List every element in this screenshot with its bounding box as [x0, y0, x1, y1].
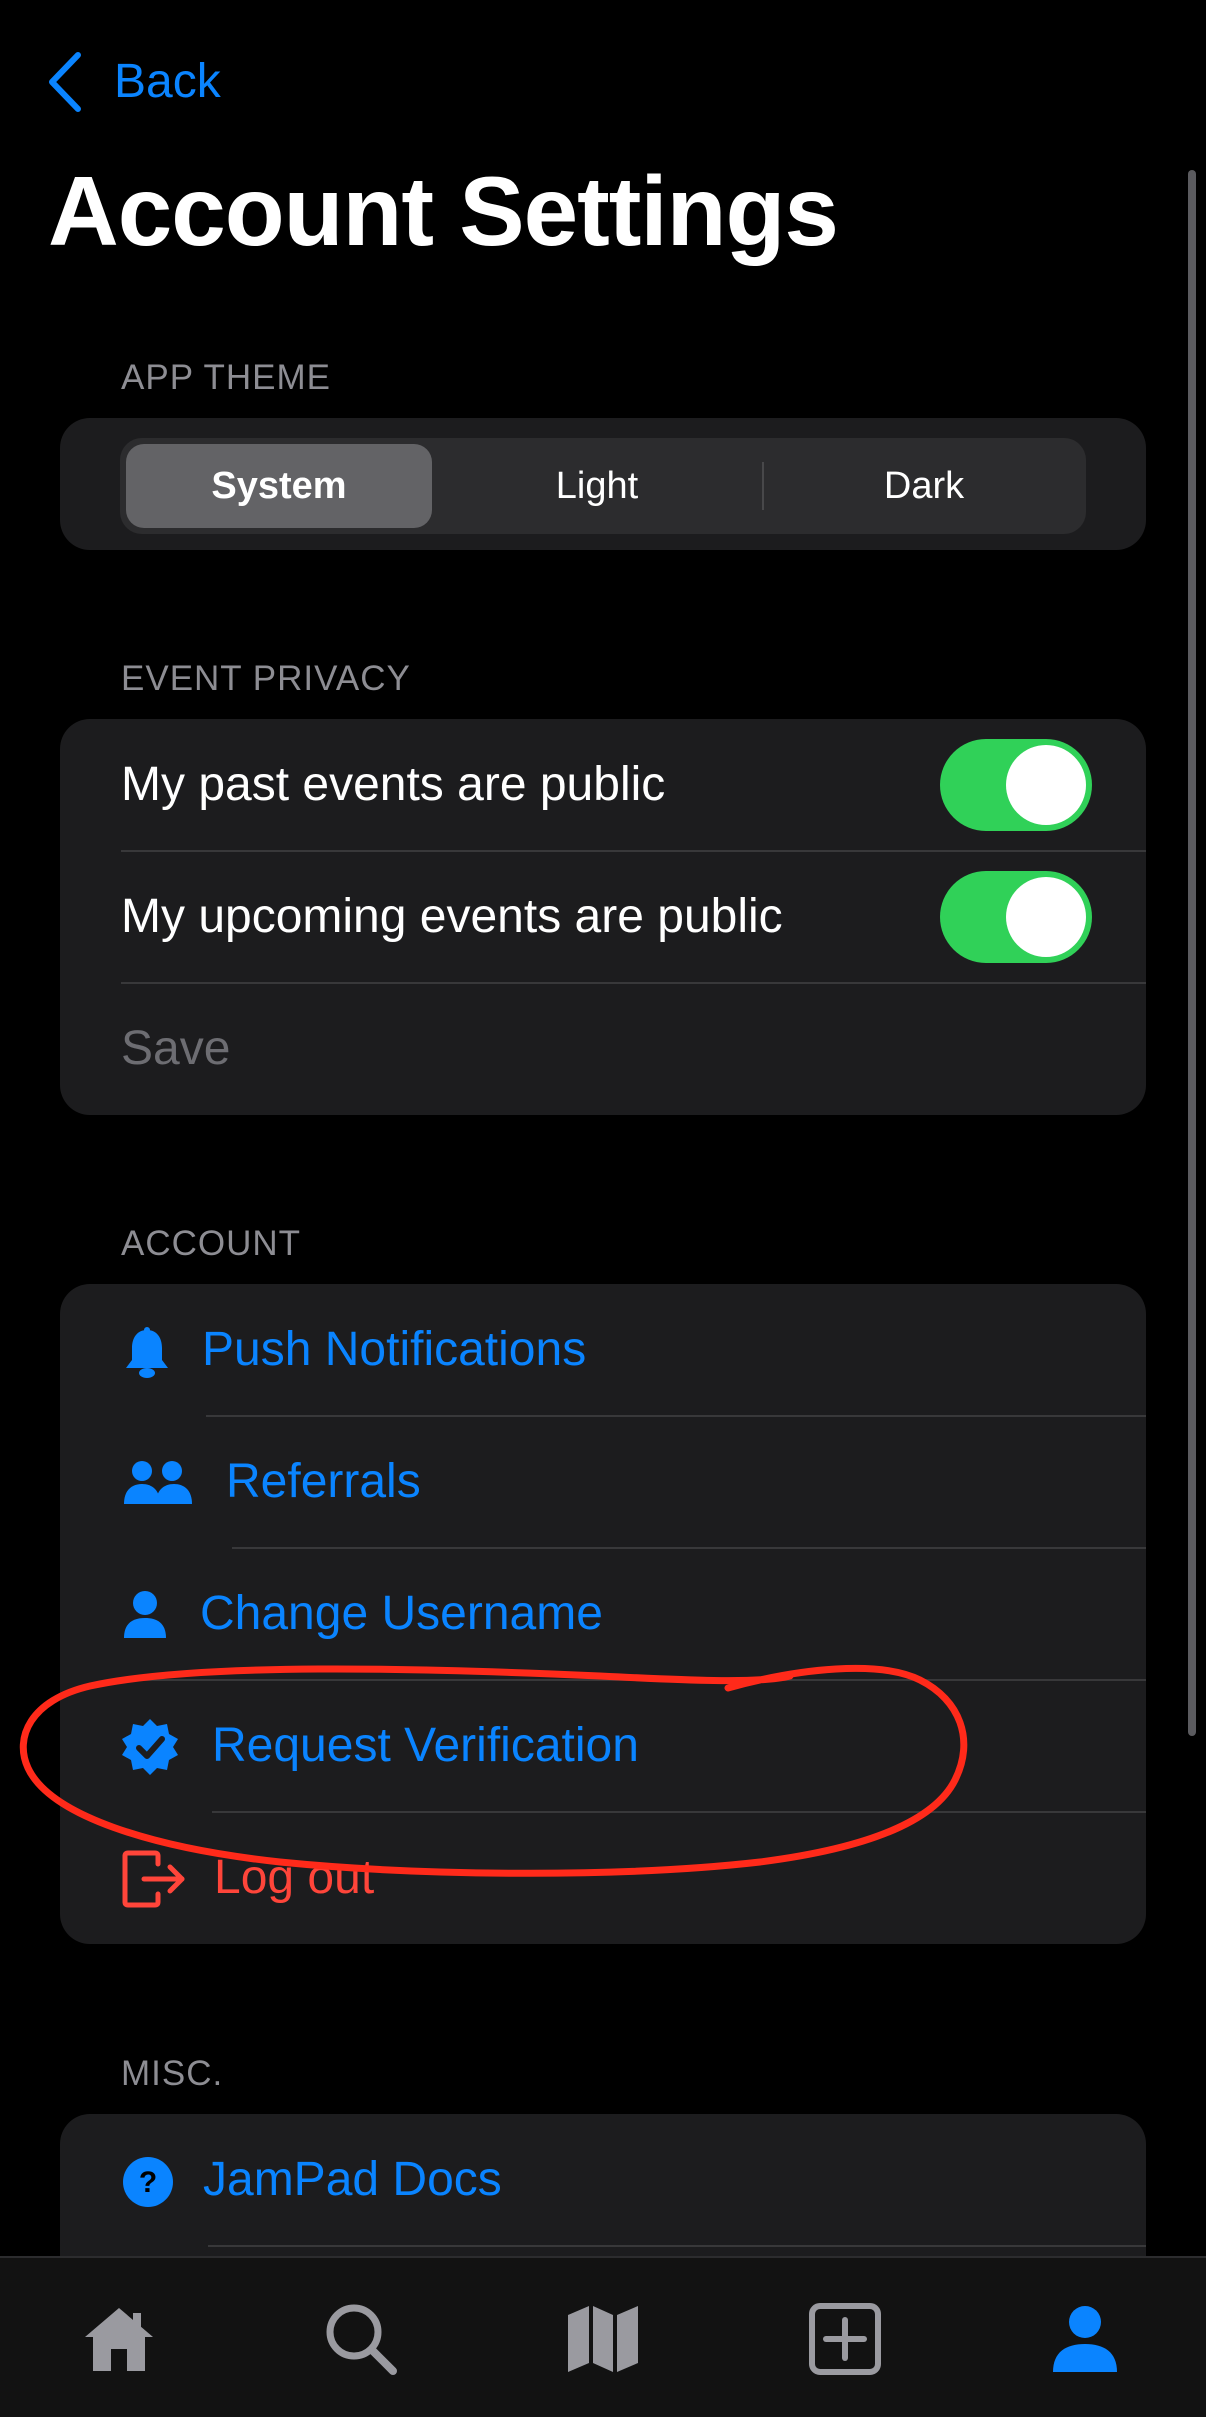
change-username-label: Change Username [200, 1587, 603, 1640]
request-verification-label: Request Verification [212, 1719, 639, 1772]
theme-option-dark[interactable]: Dark [768, 444, 1080, 528]
back-button[interactable]: Back [46, 48, 221, 116]
chevron-left-icon [49, 52, 81, 112]
section-header-event-privacy: EVENT PRIVACY [121, 659, 411, 698]
search-icon [326, 2304, 397, 2375]
map-icon [568, 2306, 638, 2372]
logout-icon [122, 1850, 185, 1908]
section-header-app-theme: APP THEME [121, 358, 331, 397]
theme-option-light[interactable]: Light [438, 444, 756, 528]
back-label: Back [114, 55, 221, 108]
save-row: Save [60, 983, 1146, 1115]
jampad-docs-label: JamPad Docs [203, 2153, 502, 2206]
svg-text:?: ? [139, 2166, 157, 2199]
question-icon: ? [123, 2157, 173, 2207]
tab-search[interactable] [316, 2294, 406, 2384]
log-out-label: Log out [214, 1851, 375, 1904]
theme-segmented-control: System Light Dark [120, 438, 1086, 534]
referrals-row[interactable]: Referrals [60, 1416, 1146, 1548]
verified-badge-icon [122, 1719, 178, 1775]
tab-home[interactable] [74, 2294, 164, 2384]
tab-bar [0, 2256, 1206, 2417]
profile-icon [1053, 2306, 1117, 2372]
section-header-misc: MISC. [121, 2054, 224, 2093]
upcoming-events-label: My upcoming events are public [121, 890, 783, 943]
upcoming-events-row: My upcoming events are public [60, 851, 1146, 983]
people-icon [124, 1461, 192, 1504]
person-icon [124, 1591, 166, 1638]
account-card: Push Notifications Referrals Change User… [60, 1284, 1146, 1944]
push-notifications-label: Push Notifications [202, 1323, 587, 1376]
jampad-docs-row[interactable]: ? JamPad Docs [60, 2114, 1146, 2246]
bell-icon [126, 1327, 168, 1378]
past-events-row: My past events are public [60, 719, 1146, 851]
push-notifications-row[interactable]: Push Notifications [60, 1284, 1146, 1416]
toggle-knob [1006, 877, 1086, 957]
page-title: Account Settings [48, 156, 839, 266]
section-header-account: ACCOUNT [121, 1224, 302, 1263]
log-out-row[interactable]: Log out [60, 1812, 1146, 1944]
event-privacy-card: My past events are public My upcoming ev… [60, 719, 1146, 1115]
request-verification-row[interactable]: Request Verification [60, 1680, 1146, 1812]
theme-option-system[interactable]: System [126, 444, 432, 528]
change-username-row[interactable]: Change Username [60, 1548, 1146, 1680]
toggle-knob [1006, 745, 1086, 825]
referrals-label: Referrals [226, 1455, 421, 1508]
tab-map[interactable] [558, 2294, 648, 2384]
upcoming-events-toggle[interactable] [940, 871, 1092, 963]
home-icon [85, 2308, 153, 2371]
row-separator [208, 2245, 1146, 2247]
tab-profile[interactable] [1040, 2294, 1130, 2384]
tab-add[interactable] [800, 2294, 890, 2384]
past-events-toggle[interactable] [940, 739, 1092, 831]
segment-divider [762, 462, 764, 510]
add-icon [809, 2303, 881, 2375]
past-events-label: My past events are public [121, 758, 666, 811]
save-button[interactable]: Save [121, 1025, 230, 1073]
scroll-indicator[interactable] [1188, 170, 1196, 1736]
